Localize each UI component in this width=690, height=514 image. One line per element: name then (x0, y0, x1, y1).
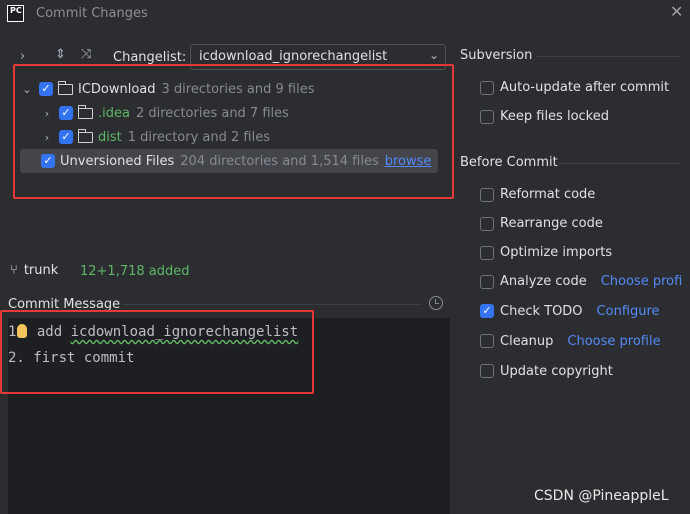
checkbox-rearrange[interactable] (480, 216, 494, 231)
option-label: Auto-update after commit (500, 80, 670, 95)
branch-icon: ⑂ (10, 263, 18, 278)
checkbox-optimize-imports[interactable] (480, 245, 494, 260)
option-label: Check TODO (500, 303, 583, 319)
tree-row-unversioned[interactable]: ✓ Unversioned Files 204 directories and … (20, 149, 438, 173)
watermark: CSDN @PineappleL (534, 488, 669, 504)
changes-tree: ⌄ ✓ ICDownload 3 directories and 9 files… (20, 77, 438, 173)
branch-name: trunk (23, 263, 59, 278)
option-rearrange[interactable]: Rearrange code (460, 209, 690, 238)
changelist-label: Changelist: (113, 50, 187, 65)
option-label: Update copyright (500, 363, 613, 379)
branch-info[interactable]: ⑂ trunk (10, 263, 58, 278)
code-line-2: 2. first commit (8, 345, 450, 371)
checkbox-idea[interactable]: ✓ (59, 106, 73, 120)
expand-all-icon[interactable]: ⇕ (55, 47, 66, 62)
folder-icon (77, 128, 93, 143)
tree-item-info: 2 directories and 7 files (135, 105, 289, 121)
checkbox-analyze-code[interactable] (480, 274, 494, 289)
folder-icon (77, 104, 93, 119)
chevron-down-icon[interactable]: ⌄ (20, 83, 34, 96)
option-label: Optimize imports (500, 245, 613, 260)
tree-item-name: dist (98, 129, 122, 145)
close-icon[interactable]: ✕ (670, 2, 683, 21)
option-label: Rearrange code (500, 216, 603, 231)
checkbox-keep-locked[interactable] (480, 109, 494, 124)
checkbox-check-todo[interactable]: ✓ (480, 304, 494, 318)
tree-item-name: Unversioned Files (60, 153, 175, 169)
tree-row-dist[interactable]: › ✓ dist 1 directory and 2 files (20, 125, 438, 149)
option-optimize-imports[interactable]: Optimize imports (460, 238, 690, 267)
checkbox-update-copyright[interactable] (480, 364, 494, 378)
line-text: add icdownload_ignorechangelist (36, 324, 299, 340)
option-keep-locked[interactable]: Keep files locked (460, 102, 669, 131)
line-number: 1 (8, 324, 17, 340)
changelist-select-value: icdownload_ignorechangelist (199, 49, 388, 64)
divider (558, 163, 680, 164)
before-commit-title: Before Commit (460, 155, 558, 170)
window-title: Commit Changes (36, 6, 148, 21)
title-bar: PC Commit Changes ✕ (0, 0, 690, 28)
option-reformat[interactable]: Reformat code (460, 180, 690, 209)
option-check-todo[interactable]: ✓ Check TODO Configure (460, 296, 690, 326)
checkbox-reformat[interactable] (480, 187, 494, 202)
commit-message-editor[interactable]: 1 add icdownload_ignorechangelist 2. fir… (8, 318, 450, 514)
option-update-copyright[interactable]: Update copyright (460, 356, 690, 386)
subversion-options: Auto-update after commit Keep files lock… (460, 73, 669, 131)
folder-icon (57, 80, 73, 95)
tree-row-idea[interactable]: › ✓ .idea 2 directories and 7 files (20, 101, 438, 125)
chevron-right-icon[interactable]: › (40, 107, 54, 120)
checkbox-cleanup[interactable] (480, 334, 494, 348)
tree-item-name: .idea (98, 105, 130, 121)
subversion-title: Subversion (460, 48, 533, 63)
chevron-right-icon[interactable]: › (20, 49, 25, 64)
changes-stats: 12+1,718 added (80, 264, 190, 279)
divider (122, 304, 422, 305)
option-label: Reformat code (500, 187, 596, 202)
before-commit-options: Reformat code Rearrange code Optimize im… (460, 180, 690, 386)
chevron-right-icon[interactable]: › (40, 131, 54, 144)
tree-item-info: 204 directories and 1,514 files (180, 153, 379, 169)
option-analyze-code[interactable]: Analyze code Choose profi (460, 267, 690, 296)
tree-item-info: 1 directory and 2 files (127, 129, 270, 145)
changelist-select[interactable]: icdownload_ignorechangelist ⌄ (190, 44, 446, 70)
line-text: first commit (33, 350, 135, 366)
tree-item-name: ICDownload (78, 81, 156, 97)
commit-message-label: Commit Message (8, 297, 121, 312)
collapse-all-icon[interactable]: ⤨ (81, 47, 91, 62)
option-label: Analyze code (500, 274, 587, 289)
code-line-1: 1 add icdownload_ignorechangelist (8, 319, 450, 345)
option-auto-update[interactable]: Auto-update after commit (460, 73, 669, 102)
analyze-choose-profile-link[interactable]: Choose profi (601, 274, 683, 289)
option-label: Cleanup (500, 333, 554, 349)
browse-link[interactable]: browse (385, 154, 432, 169)
cleanup-choose-profile-link[interactable]: Choose profile (567, 334, 660, 349)
checkbox-auto-update[interactable] (480, 80, 494, 95)
checkbox-dist[interactable]: ✓ (59, 130, 73, 144)
checkbox-unversioned[interactable]: ✓ (41, 154, 55, 168)
option-label: Keep files locked (500, 109, 609, 124)
pycharm-logo-icon: PC (7, 5, 24, 22)
chevron-down-icon: ⌄ (428, 48, 439, 62)
history-clock-icon[interactable] (429, 296, 443, 310)
option-cleanup[interactable]: Cleanup Choose profile (460, 326, 690, 356)
tree-row-icdownload[interactable]: ⌄ ✓ ICDownload 3 directories and 9 files (20, 77, 438, 101)
checkbox-icdownload[interactable]: ✓ (39, 82, 53, 96)
lightbulb-icon[interactable] (17, 324, 28, 338)
line-number: 2. (8, 350, 25, 366)
divider (536, 56, 680, 57)
check-todo-configure-link[interactable]: Configure (597, 304, 660, 319)
tree-item-info: 3 directories and 9 files (161, 81, 315, 97)
